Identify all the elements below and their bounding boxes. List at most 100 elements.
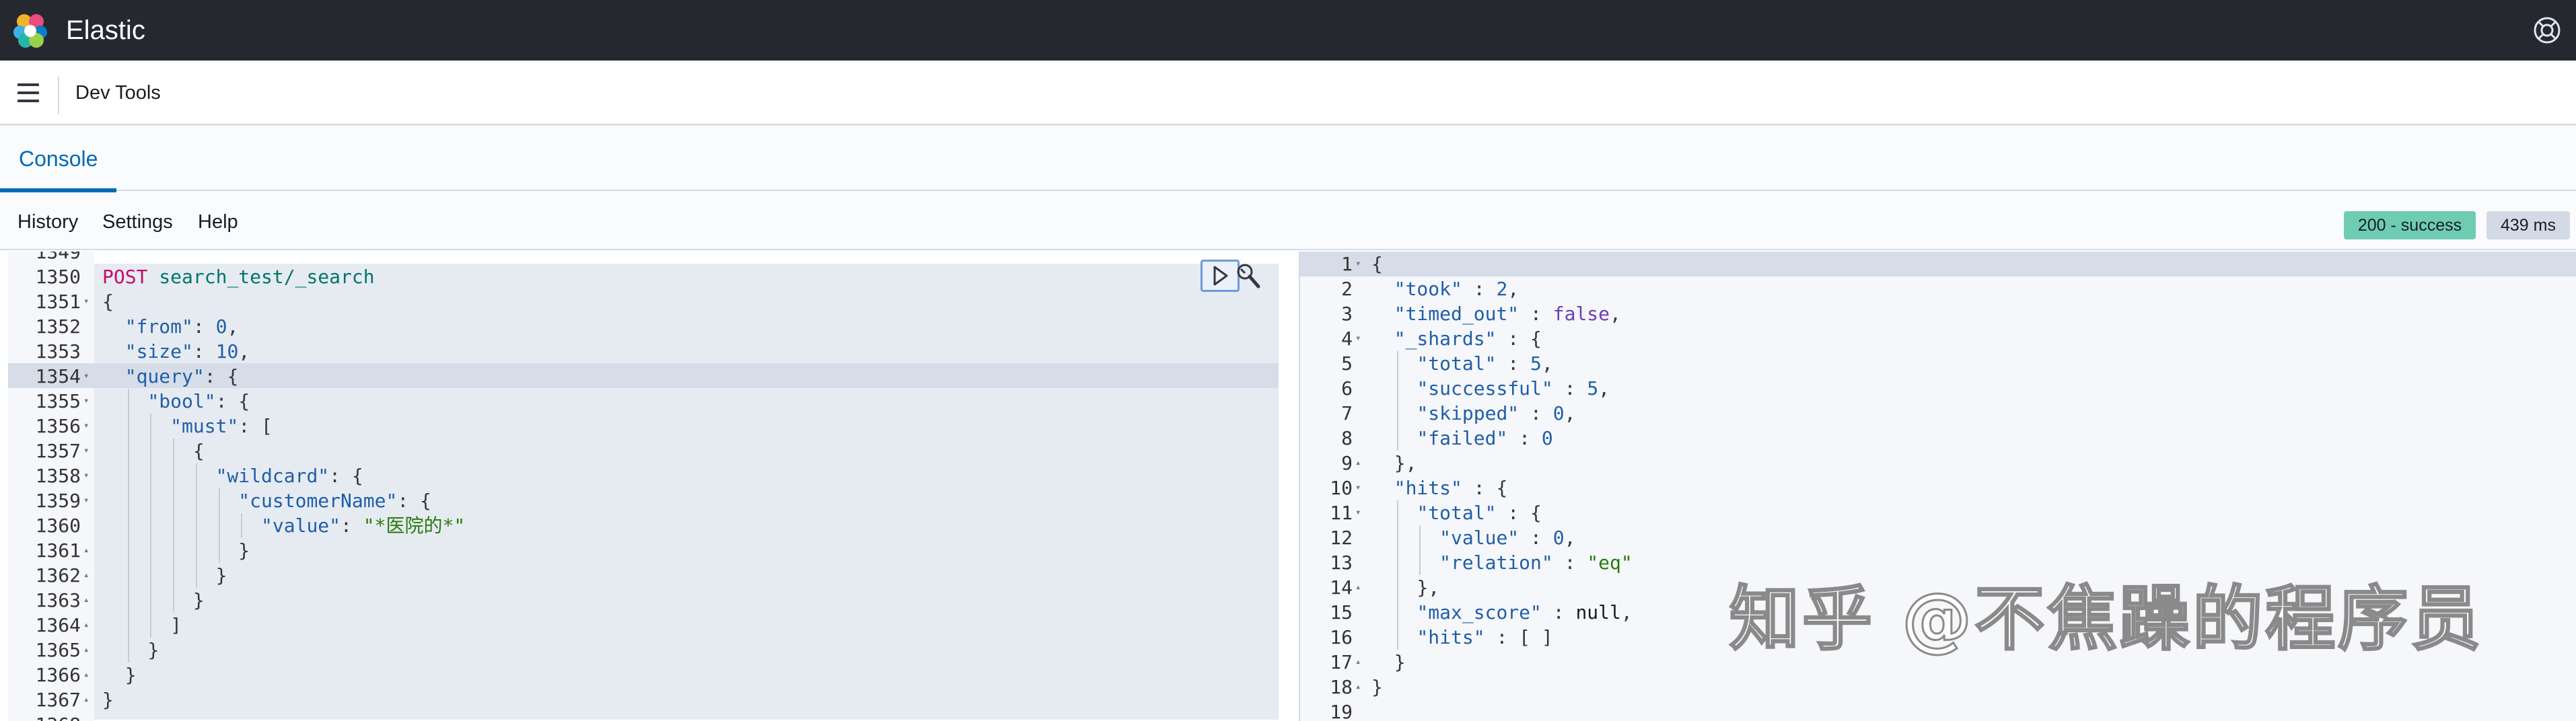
indent-guide <box>1396 426 1398 451</box>
code-token: "eq" <box>1587 552 1633 574</box>
line-number: 16 <box>1330 626 1353 648</box>
code-token: } <box>215 564 227 586</box>
code-token: : { <box>204 365 239 387</box>
code-token: POST <box>102 266 148 288</box>
code-token: : { <box>329 465 363 487</box>
indent-guide <box>127 538 129 563</box>
line-number: 1358 <box>35 465 81 487</box>
code-token: : { <box>1462 477 1508 499</box>
code-token: : <box>1519 402 1553 424</box>
fold-open-icon[interactable]: ▾ <box>1355 500 1361 525</box>
fold-open-icon[interactable]: ▾ <box>83 364 89 389</box>
history-link[interactable]: History <box>17 207 78 237</box>
code-token: "size" <box>124 340 193 363</box>
code-line: } <box>102 662 137 687</box>
fold-open-icon[interactable]: ▾ <box>1355 252 1361 276</box>
code-token: : <box>1496 352 1531 375</box>
code-token: "relation" <box>1439 552 1553 574</box>
indent-guide <box>195 463 197 488</box>
indent-guide <box>150 613 152 638</box>
code-line: } <box>102 588 205 613</box>
code-line: "total" : 5, <box>1371 351 1553 376</box>
code-token: , <box>1620 601 1633 623</box>
elastic-logo-icon[interactable] <box>12 12 48 48</box>
request-editor[interactable]: 1349 1350 POST search_test/_search 1351 ▾{13… <box>0 252 1299 721</box>
fold-open-icon[interactable]: ▾ <box>83 463 89 488</box>
fold-open-icon[interactable]: ▾ <box>83 488 89 513</box>
line-number: 2 <box>1341 278 1353 300</box>
indent-guide <box>127 513 129 538</box>
code-token: "failed" <box>1417 427 1508 449</box>
code-line: "hits" : { <box>1371 476 1508 500</box>
fold-close-icon[interactable]: ▴ <box>1355 675 1361 699</box>
help-link[interactable]: Help <box>198 207 238 237</box>
code-line: "from": 0, <box>102 314 239 339</box>
code-token: "from" <box>124 315 193 338</box>
code-line: } <box>1371 675 1383 699</box>
line-number: 1359 <box>35 490 81 512</box>
indent-guide <box>173 463 175 488</box>
line-number: 10 <box>1330 477 1353 499</box>
fold-open-icon[interactable]: ▾ <box>83 414 89 439</box>
code-token: { <box>102 291 114 313</box>
fold-open-icon[interactable]: ▾ <box>83 389 89 414</box>
fold-close-icon[interactable]: ▴ <box>83 638 89 662</box>
settings-link[interactable]: Settings <box>102 207 173 237</box>
line-number: 1349 <box>35 252 81 263</box>
line-number: 19 <box>1330 701 1353 721</box>
fold-close-icon[interactable]: ▴ <box>1355 451 1361 476</box>
code-token: "query" <box>124 365 205 387</box>
help-menu-icon[interactable] <box>2532 15 2563 46</box>
code-token: , <box>1541 352 1553 375</box>
status-badge: 200 - success <box>2344 211 2476 239</box>
fold-close-icon[interactable]: ▴ <box>83 662 89 687</box>
code-token: : <box>1541 601 1576 623</box>
indent-guide <box>150 538 152 563</box>
code-token: "value" <box>1439 527 1519 549</box>
fold-close-icon[interactable]: ▴ <box>1355 575 1361 600</box>
fold-close-icon[interactable]: ▴ <box>83 538 89 563</box>
indent-guide <box>127 588 129 613</box>
fold-open-icon[interactable]: ▾ <box>83 289 89 314</box>
code-token: "wildcard" <box>215 465 330 487</box>
fold-close-icon[interactable]: ▴ <box>83 687 89 712</box>
indent-guide <box>127 613 129 638</box>
code-token: , <box>238 340 250 363</box>
response-editor[interactable]: 1 ▾{2 "took" : 2, 3 "timed_out" : false, 4 ▾… <box>1299 252 2576 721</box>
fold-close-icon[interactable]: ▴ <box>83 613 89 638</box>
tab-console[interactable]: Console <box>0 126 117 192</box>
code-line: { <box>102 289 114 314</box>
fold-close-icon[interactable]: ▴ <box>83 563 89 588</box>
fold-open-icon[interactable]: ▾ <box>1355 476 1361 500</box>
breadcrumb[interactable]: Dev Tools <box>75 79 161 106</box>
code-token: } <box>147 639 159 661</box>
code-line: ] <box>102 613 182 638</box>
line-number: 13 <box>1330 552 1353 574</box>
indent-guide <box>1396 600 1398 625</box>
code-token: : <box>1507 427 1542 449</box>
wrench-icon[interactable] <box>1234 261 1262 291</box>
code-line: } <box>1371 650 1406 675</box>
fold-open-icon[interactable]: ▾ <box>83 439 89 463</box>
indent-guide <box>173 488 175 513</box>
code-line: "successful" : 5, <box>1371 376 1610 401</box>
code-token: "must" <box>170 415 239 437</box>
code-token: , <box>1598 377 1610 400</box>
indent-guide <box>150 513 152 538</box>
indent-guide <box>1396 500 1398 525</box>
fold-close-icon[interactable]: ▴ <box>83 588 89 613</box>
line-number: 1354 <box>35 365 81 387</box>
indent-guide <box>1396 625 1398 650</box>
code-token: 2 <box>1496 278 1508 300</box>
line-number: 1361 <box>35 539 81 562</box>
indent-guide <box>127 463 129 488</box>
hamburger-menu-icon[interactable] <box>15 81 42 105</box>
fold-open-icon[interactable]: ▾ <box>1355 326 1361 351</box>
code-line: POST search_test/_search <box>102 264 375 289</box>
fold-close-icon[interactable]: ▴ <box>1355 650 1361 675</box>
